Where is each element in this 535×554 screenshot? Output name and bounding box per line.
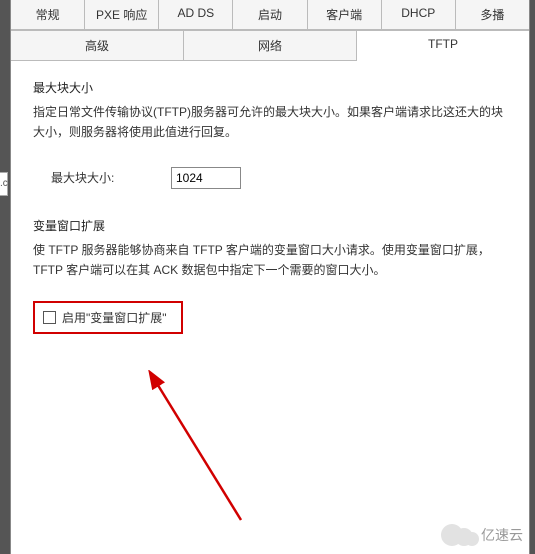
tab-multicast[interactable]: 多播: [456, 0, 529, 29]
watermark: 亿速云: [441, 524, 523, 546]
tab-boot[interactable]: 启动: [233, 0, 307, 29]
checkbox-icon: [43, 311, 56, 324]
tab-content-tftp: 最大块大小 指定日常文件传输协议(TFTP)服务器可允许的最大块大小。如果客户端…: [11, 61, 529, 360]
tab-general[interactable]: 常规: [11, 0, 85, 29]
tab-network[interactable]: 网络: [184, 30, 357, 61]
tabs-row-2: 高级 网络 TFTP: [11, 30, 529, 61]
variable-window-title: 变量窗口扩展: [33, 217, 507, 234]
enable-variable-window-checkbox[interactable]: 启用"变量窗口扩展": [43, 309, 167, 326]
max-block-size-label: 最大块大小:: [51, 169, 171, 186]
tabs-row-1: 常规 PXE 响应 AD DS 启动 客户端 DHCP 多播: [11, 0, 529, 30]
watermark-text: 亿速云: [481, 525, 523, 545]
tab-advanced[interactable]: 高级: [11, 30, 184, 61]
tab-client[interactable]: 客户端: [308, 0, 382, 29]
properties-dialog: 常规 PXE 响应 AD DS 启动 客户端 DHCP 多播 高级 网络 TFT…: [10, 0, 530, 554]
max-block-size-desc: 指定日常文件传输协议(TFTP)服务器可允许的最大块大小。如果客户端请求比这还大…: [33, 102, 507, 143]
annotation-arrow-icon: [111, 370, 271, 530]
tab-tftp[interactable]: TFTP: [357, 30, 529, 61]
left-edge-marker: .c: [0, 172, 8, 196]
background-shade-left: [0, 0, 10, 554]
variable-window-desc: 使 TFTP 服务器能够协商来自 TFTP 客户端的变量窗口大小请求。使用变量窗…: [33, 240, 507, 281]
annotation-highlight-box: 启用"变量窗口扩展": [33, 301, 183, 334]
max-block-size-input[interactable]: [171, 167, 241, 189]
background-shade-right: [530, 0, 535, 554]
tab-pxe-response[interactable]: PXE 响应: [85, 0, 159, 29]
tab-dhcp[interactable]: DHCP: [382, 0, 456, 29]
variable-window-group: 变量窗口扩展 使 TFTP 服务器能够协商来自 TFTP 客户端的变量窗口大小请…: [33, 217, 507, 334]
max-block-size-field-row: 最大块大小:: [33, 157, 507, 199]
enable-variable-window-label: 启用"变量窗口扩展": [62, 309, 167, 326]
tab-ad-ds[interactable]: AD DS: [159, 0, 233, 29]
max-block-size-group: 最大块大小 指定日常文件传输协议(TFTP)服务器可允许的最大块大小。如果客户端…: [33, 79, 507, 199]
cloud-icon: [441, 524, 477, 546]
max-block-size-title: 最大块大小: [33, 79, 507, 96]
